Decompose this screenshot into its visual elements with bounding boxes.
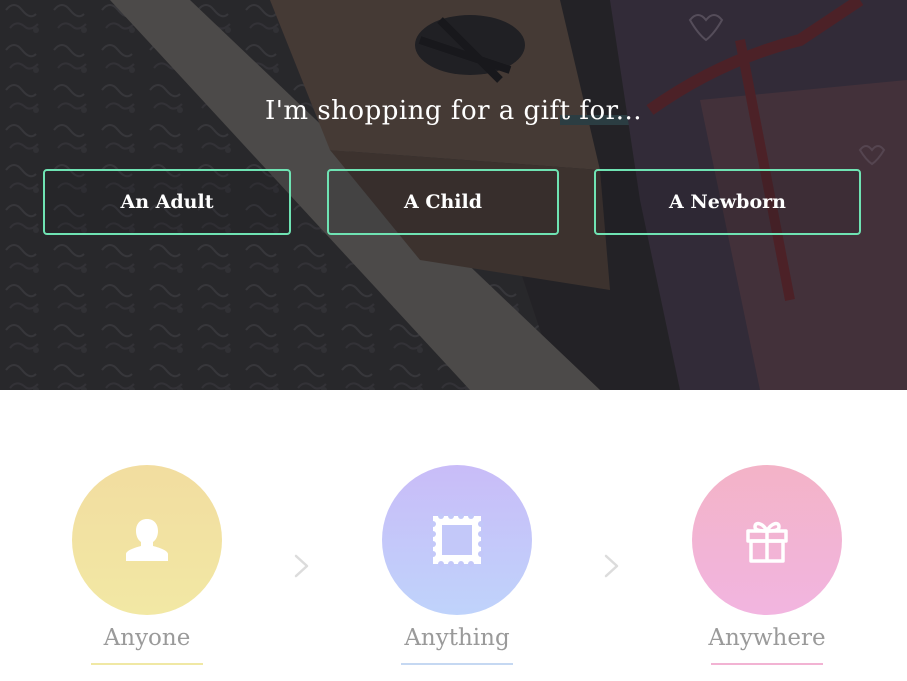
feature-anywhere: Anywhere bbox=[692, 465, 842, 665]
feature-label-anything: Anything bbox=[404, 625, 510, 651]
anyone-circle bbox=[72, 465, 222, 615]
feature-label-anyone: Anyone bbox=[103, 625, 191, 651]
hero-banner: I'm shopping for a gift for... An Adult … bbox=[0, 0, 907, 390]
person-icon bbox=[126, 519, 168, 561]
stamp-icon bbox=[430, 513, 484, 567]
feature-underline bbox=[91, 663, 203, 665]
feature-anything: Anything bbox=[382, 465, 532, 665]
feature-label-anywhere: Anywhere bbox=[708, 625, 826, 651]
choice-child-button[interactable]: A Child bbox=[327, 169, 559, 235]
anywhere-circle bbox=[692, 465, 842, 615]
feature-underline bbox=[401, 663, 513, 665]
feature-anyone: Anyone bbox=[72, 465, 222, 665]
gift-icon bbox=[746, 521, 788, 563]
choice-newborn-button[interactable]: A Newborn bbox=[594, 169, 861, 235]
anything-circle bbox=[382, 465, 532, 615]
features-section: Anyone Anything Anywhere bbox=[0, 390, 907, 681]
choice-adult-button[interactable]: An Adult bbox=[43, 169, 291, 235]
chevron-right-icon bbox=[604, 554, 619, 578]
hero-title: I'm shopping for a gift for... bbox=[264, 96, 642, 126]
chevron-right-icon bbox=[294, 554, 309, 578]
feature-underline bbox=[711, 663, 823, 665]
